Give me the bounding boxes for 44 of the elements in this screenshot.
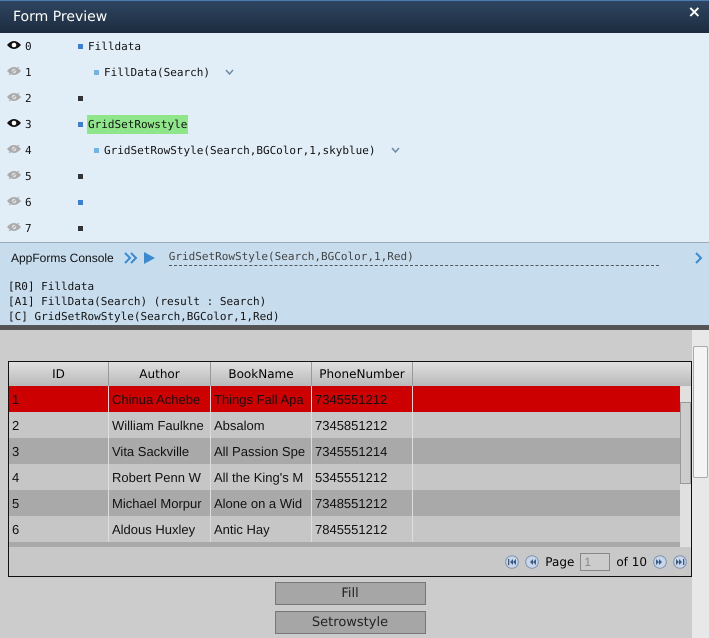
- window-title: Form Preview: [13, 9, 108, 25]
- scrollbar[interactable]: [692, 330, 709, 638]
- caret-icon[interactable]: [390, 147, 400, 153]
- line-number: 1: [25, 66, 33, 78]
- line-number: 3: [25, 118, 33, 130]
- line-number: 2: [25, 92, 33, 104]
- eye-hidden-icon[interactable]: [6, 170, 22, 180]
- page-label: Page: [545, 554, 574, 568]
- console-title: AppForms Console: [11, 250, 114, 264]
- eye-icon[interactable]: [6, 40, 22, 50]
- code-text: FillData(Search): [103, 64, 211, 80]
- eye-hidden-icon[interactable]: [6, 144, 22, 154]
- action-button[interactable]: Setrowstyle: [274, 611, 426, 634]
- caret-icon[interactable]: [224, 69, 234, 75]
- scrollbar[interactable]: [680, 386, 691, 547]
- first-page-icon[interactable]: [505, 554, 520, 568]
- eye-icon[interactable]: [6, 118, 22, 128]
- play-icon[interactable]: [144, 252, 155, 264]
- action-button[interactable]: Fill: [274, 582, 426, 605]
- line-number: 4: [25, 144, 33, 156]
- console-line: [C] GridSetRowStyle(Search,BGColor,1,Red): [8, 309, 281, 324]
- page-count: of 10: [616, 554, 647, 568]
- chevron-right-icon[interactable]: [695, 252, 703, 264]
- eye-hidden-icon[interactable]: [6, 66, 22, 76]
- last-page-icon[interactable]: [673, 554, 687, 568]
- close-button[interactable]: ×: [688, 2, 701, 20]
- eye-hidden-icon[interactable]: [6, 92, 22, 102]
- next-page-icon[interactable]: [653, 554, 667, 568]
- line-number: 7: [25, 222, 33, 234]
- table-row[interactable]: 3 Vita Sackville All Passion Spe 7345551214: [9, 438, 680, 464]
- table-row[interactable]: 5 Michael Morpur Alone on a Wid 7348551212: [9, 490, 680, 516]
- code-text: GridSetRowstyle: [87, 114, 188, 134]
- code-text: Filldata: [87, 38, 142, 54]
- line-number: 5: [25, 170, 33, 182]
- previous-page-icon[interactable]: [525, 554, 540, 568]
- line-number: 6: [25, 196, 33, 208]
- eye-hidden-icon[interactable]: [6, 222, 22, 232]
- code-text: GridSetRowStyle(Search,BGColor,1,skyblue): [103, 142, 377, 158]
- double-chevron-icon[interactable]: [124, 252, 138, 264]
- eye-hidden-icon[interactable]: [6, 196, 22, 206]
- console-line: [A1] FillData(Search) (result : Search): [8, 294, 268, 309]
- console-line: [R0] Filldata: [8, 279, 96, 294]
- line-number: 0: [25, 40, 33, 52]
- command-field[interactable]: GridSetRowStyle(Search,BGColor,1,Red): [168, 250, 659, 266]
